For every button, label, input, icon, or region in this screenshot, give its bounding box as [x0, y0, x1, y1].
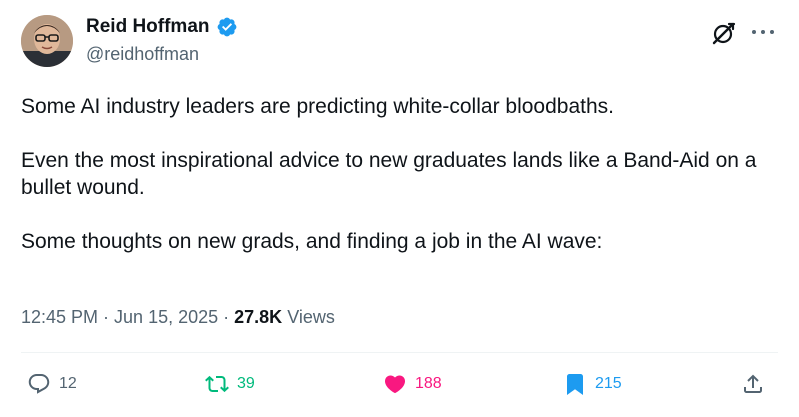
tweet-text: Some AI industry leaders are predicting … [21, 93, 781, 282]
like-count: 188 [415, 375, 442, 392]
tweet-time[interactable]: 12:45 PM [21, 307, 98, 328]
verified-badge-icon[interactable] [216, 16, 238, 38]
meta-separator: · [223, 307, 230, 327]
author-name-row: Reid Hoffman [86, 16, 238, 38]
share-button[interactable] [741, 372, 765, 396]
heart-icon [384, 375, 406, 394]
divider [21, 352, 778, 353]
repost-button[interactable]: 39 [205, 372, 255, 396]
avatar[interactable] [21, 15, 73, 67]
repost-count: 39 [237, 375, 255, 392]
more-icon[interactable] [750, 24, 776, 34]
views-count[interactable]: 27.8K [234, 307, 282, 328]
bookmark-icon [567, 374, 583, 395]
repost-icon [205, 375, 229, 393]
meta-separator: · [103, 307, 110, 327]
tweet-date[interactable]: Jun 15, 2025 [114, 307, 218, 328]
tweet-meta: 12:45 PM · Jun 15, 2025 · 27.8K Views [21, 307, 335, 328]
reply-button[interactable]: 12 [27, 372, 77, 396]
avatar-image [21, 15, 73, 67]
share-icon [744, 374, 762, 393]
tweet-paragraph: Even the most inspirational advice to ne… [21, 149, 757, 199]
grok-icon[interactable] [710, 21, 736, 47]
reply-icon [28, 374, 50, 394]
bookmark-count: 215 [595, 375, 622, 392]
tweet-paragraph: Some thoughts on new grads, and finding … [21, 230, 603, 253]
author-name[interactable]: Reid Hoffman [86, 16, 210, 38]
reply-count: 12 [59, 375, 77, 392]
author-handle[interactable]: @reidhoffman [86, 44, 199, 65]
tweet-paragraph: Some AI industry leaders are predicting … [21, 95, 614, 118]
views-label[interactable]: Views [287, 307, 335, 328]
bookmark-button[interactable]: 215 [563, 372, 622, 396]
like-button[interactable]: 188 [383, 372, 442, 396]
